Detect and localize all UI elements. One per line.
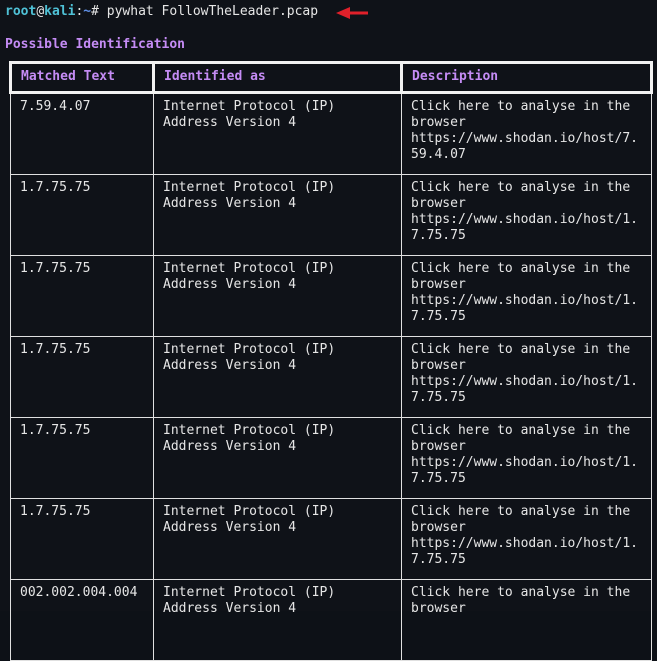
cell-description: Click here to analyse in the browser htt… xyxy=(401,174,652,256)
red-arrow-icon xyxy=(336,7,368,19)
results-table: Matched Text Identified as Description 7… xyxy=(9,61,653,661)
cell-matched-text: 1.7.75.75 xyxy=(10,174,154,256)
table-row: 7.59.4.07 Internet Protocol (IP) Address… xyxy=(10,92,652,175)
table-row: 1.7.75.75 Internet Protocol (IP) Address… xyxy=(10,417,652,499)
table-row: 1.7.75.75 Internet Protocol (IP) Address… xyxy=(10,255,652,337)
cell-identified-as: Internet Protocol (IP) Address Version 4 xyxy=(153,255,402,337)
prompt-hash: # xyxy=(91,4,107,19)
terminal-window[interactable]: root@kali:~# pywhat FollowTheLeader.pcap… xyxy=(0,0,657,661)
cell-identified-as: Internet Protocol (IP) Address Version 4 xyxy=(153,174,402,256)
cell-identified-as: Internet Protocol (IP) Address Version 4 xyxy=(153,336,402,418)
header-matched-text: Matched Text xyxy=(9,61,155,94)
table-row: 1.7.75.75 Internet Protocol (IP) Address… xyxy=(10,174,652,256)
prompt-at: @ xyxy=(36,4,45,19)
table-row: 1.7.75.75 Internet Protocol (IP) Address… xyxy=(10,498,652,580)
cell-description: Click here to analyse in the browser htt… xyxy=(401,336,652,418)
header-identified-as: Identified as xyxy=(152,61,403,94)
header-description: Description xyxy=(400,61,653,94)
cell-description: Click here to analyse in the browser htt… xyxy=(401,92,652,175)
section-heading: Possible Identification xyxy=(5,37,186,52)
cell-matched-text: 1.7.75.75 xyxy=(10,255,154,337)
cell-identified-as: Internet Protocol (IP) Address Version 4 xyxy=(153,498,402,580)
cell-identified-as: Internet Protocol (IP) Address Version 4 xyxy=(153,417,402,499)
table-row: 1.7.75.75 Internet Protocol (IP) Address… xyxy=(10,336,652,418)
cell-identified-as: Internet Protocol (IP) Address Version 4 xyxy=(153,579,402,661)
cell-description: Click here to analyse in the browser xyxy=(401,579,652,661)
table-header-row: Matched Text Identified as Description xyxy=(9,61,653,94)
command-text: pywhat FollowTheLeader.pcap xyxy=(106,4,319,19)
cell-description: Click here to analyse in the browser htt… xyxy=(401,417,652,499)
cell-matched-text: 1.7.75.75 xyxy=(10,498,154,580)
command-prompt: root@kali:~# pywhat FollowTheLeader.pcap xyxy=(5,3,318,21)
prompt-path: ~ xyxy=(83,4,92,19)
arrow-head xyxy=(336,7,350,19)
cell-matched-text: 1.7.75.75 xyxy=(10,417,154,499)
prompt-user: root xyxy=(5,4,37,19)
prompt-host: kali xyxy=(44,4,76,19)
cell-identified-as: Internet Protocol (IP) Address Version 4 xyxy=(153,92,402,175)
table-row: 002.002.004.004 Internet Protocol (IP) A… xyxy=(10,579,652,661)
cell-description: Click here to analyse in the browser htt… xyxy=(401,498,652,580)
cell-matched-text: 002.002.004.004 xyxy=(10,579,154,661)
cell-matched-text: 1.7.75.75 xyxy=(10,336,154,418)
cell-matched-text: 7.59.4.07 xyxy=(10,92,154,175)
cell-description: Click here to analyse in the browser htt… xyxy=(401,255,652,337)
arrow-shaft xyxy=(348,11,368,15)
